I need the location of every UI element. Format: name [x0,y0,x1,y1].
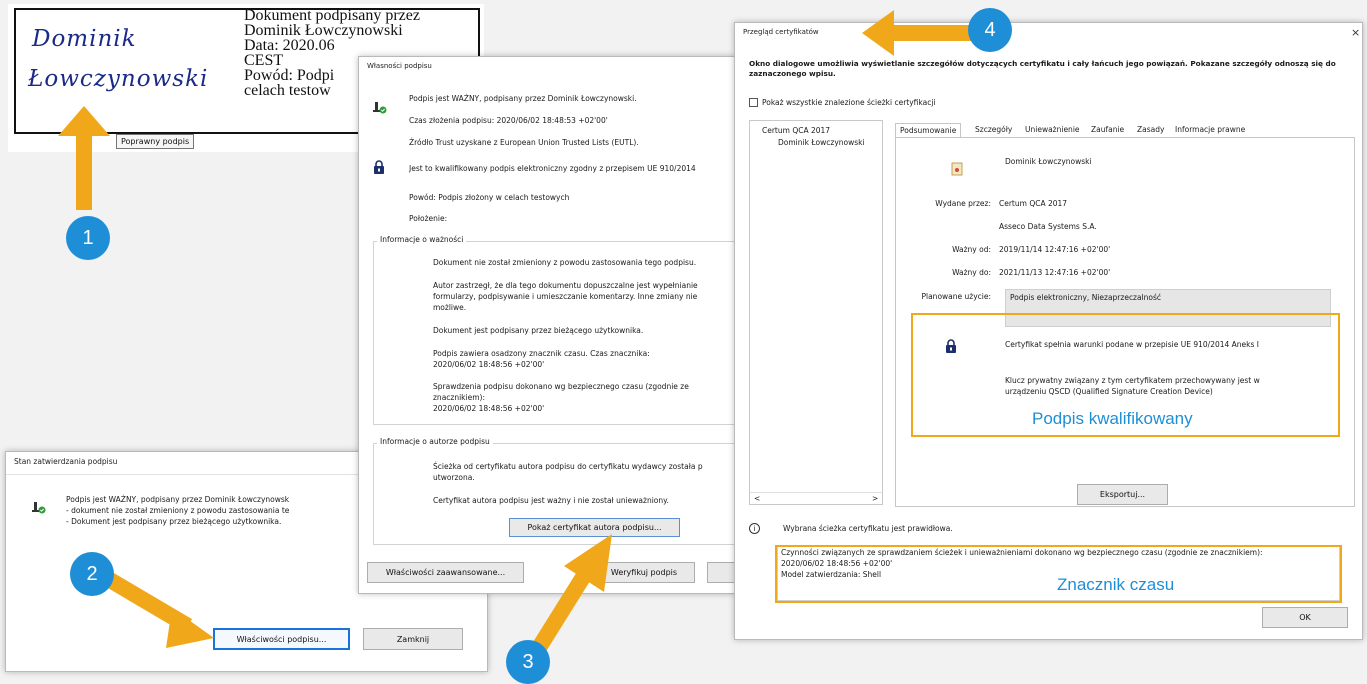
close-button[interactable]: Zamknij [363,628,463,650]
author-text: Certyfikat autora podpisu jest ważny i n… [433,496,669,505]
handwritten-signature-line2: Łowczynowski [28,66,209,92]
signature-status: Podpis jest WAŻNY, podpisany przez Domin… [409,94,637,103]
step-badge-2: 2 [70,552,114,596]
verify-signature-button[interactable]: Weryfikuj podpis [593,562,695,583]
signing-time: Czas złożenia podpisu: 2020/06/02 18:48:… [409,116,608,125]
tree-item[interactable]: Certum QCA 2017 [762,125,830,136]
advanced-properties-button[interactable]: Właściwości zaawansowane... [367,562,524,583]
pen-check-icon [32,499,46,514]
horizontal-scrollbar[interactable]: < > [750,492,882,504]
validity-text: Podpis zawiera osadzony znacznik czasu. … [433,349,650,358]
lock-icon [373,159,385,174]
qualified-caption: Podpis kwalifikowany [1032,409,1193,428]
dialog-title: Własności podpisu [367,62,432,70]
issued-by-org: Asseco Data Systems S.A. [999,222,1097,231]
intro-text: Okno dialogowe umożliwia wyświetlanie sz… [749,59,1354,79]
scroll-left-icon[interactable]: < [754,493,760,504]
author-text: Ścieżka od certyfikatu autora podpisu do… [433,462,703,471]
tree-item-selected[interactable]: Dominik Łowczynowski [778,137,865,148]
dialog-title: Stan zatwierdzania podpisu [14,457,118,466]
location: Położenie: [409,214,448,223]
close-icon[interactable]: × [1351,26,1360,39]
extra-button[interactable] [707,562,735,583]
path-valid-text: Wybrana ścieżka certyfikatu jest prawidł… [783,524,953,533]
tab-bar: Podsumowanie Szczegóły Unieważnienie Zau… [895,123,1355,138]
timestamp-caption: Znacznik czasu [1057,575,1175,594]
validity-text: Autor zastrzegł, że dla tego dokumentu d… [433,281,698,290]
validity-text: możliwe. [433,303,467,312]
usage-value: Podpis elektroniczny, Niezaprzeczalność [1010,293,1162,302]
signature-properties-button[interactable]: Właściwości podpisu... [213,628,350,650]
step-badge-4: 4 [968,8,1012,52]
valid-to-label: Ważny do: [952,268,991,277]
qualified-info: Jest to kwalifikowany podpis elektronicz… [409,164,696,173]
tooltip: Poprawny podpis [116,134,195,149]
validity-text: formularzy, podpisywanie i umieszczanie … [433,292,698,301]
reason: Powód: Podpis złożony w celach testowych [409,193,570,202]
stamp-line: Dominik Łowczynowski [244,22,403,39]
tab-summary[interactable]: Podsumowanie [895,123,962,137]
ok-button[interactable]: OK [1262,607,1348,628]
handwritten-signature-line1: Dominik [32,26,137,52]
stamp-line: Data: 2020.06 [244,37,335,54]
step-badge-3: 3 [506,640,550,684]
signature-properties-dialog: Własności podpisu Podpis jest WAŻNY, pod… [358,56,735,594]
validity-text: Dokument nie został zmieniony z powodu z… [433,258,697,267]
show-all-paths-label: Pokaż wszystkie znalezione ścieżki certy… [762,98,936,107]
certificate-path-tree[interactable]: Certum QCA 2017 Dominik Łowczynowski < > [749,120,883,505]
tab-policies[interactable]: Zasady [1133,123,1168,136]
tab-trust[interactable]: Zaufanie [1087,123,1128,136]
trust-source: Źródło Trust uzyskane z European Union T… [409,138,639,147]
validity-text: 2020/06/02 18:48:56 +02'00' [433,404,545,413]
author-text: utworzona. [433,473,475,482]
scroll-right-icon[interactable]: > [872,493,878,504]
validity-text: Dokument jest podpisany przez bieżącego … [433,326,644,335]
validation-line1: Podpis jest WAŻNY, podpisany przez Domin… [66,495,290,504]
validation-line2: - dokument nie został zmieniony z powodu… [66,506,290,515]
issued-by-label: Wydane przez: [935,199,991,208]
valid-from-value: 2019/11/14 12:47:16 +02'00' [999,245,1111,254]
validity-text: Sprawdzenia podpisu dokonano wg bezpiecz… [433,382,689,391]
validity-group-label: Informacje o ważności [377,235,467,244]
valid-to-value: 2021/11/13 12:47:16 +02'00' [999,268,1111,277]
issued-by-value: Certum QCA 2017 [999,199,1068,208]
stamp-line: Dokument podpisany przez [244,8,420,24]
pen-check-icon [373,99,387,114]
intro-line1: Okno dialogowe umożliwia wyświetlanie sz… [749,59,1273,68]
show-all-paths-checkbox[interactable] [749,98,758,107]
dialog-title: Przegląd certyfikatów [743,28,819,36]
tab-legal[interactable]: Informacje prawne [1171,123,1249,136]
validity-text: 2020/06/02 18:48:56 +02'00' [433,360,545,369]
validation-line3: - Dokument jest podpisany przez bieżąceg… [66,517,282,526]
step-badge-1: 1 [66,216,110,260]
certificate-icon [951,161,963,176]
show-author-certificate-button[interactable]: Pokaż certyfikat autora podpisu... [509,518,680,537]
validity-text: znacznikiem): [433,393,485,402]
subject-name: Dominik Łowczynowski [1005,157,1092,166]
info-icon: i [749,523,760,534]
usage-label: Planowane użycie: [921,292,991,301]
valid-from-label: Ważny od: [952,245,991,254]
tab-revocation[interactable]: Unieważnienie [1021,123,1084,136]
author-group-label: Informacje o autorze podpisu [377,437,493,446]
certificate-viewer-dialog: Przegląd certyfikatów × Okno dialogowe u… [734,22,1363,640]
export-button[interactable]: Eksportuj... [1077,484,1168,505]
tab-details[interactable]: Szczegóły [971,123,1016,136]
